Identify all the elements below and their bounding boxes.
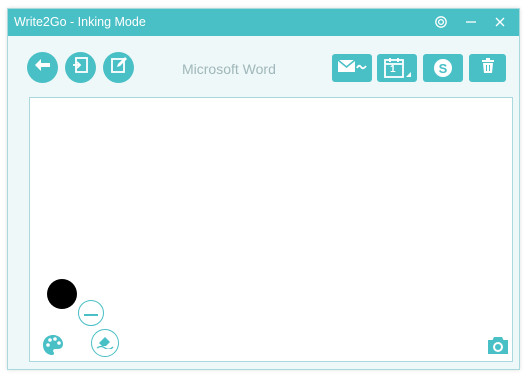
- delete-button[interactable]: [469, 54, 506, 82]
- skype-icon: S: [434, 59, 452, 77]
- inking-window: Write2Go - Inking Mode Microsoft Word 1 …: [7, 8, 520, 370]
- eraser-icon: [96, 333, 114, 354]
- calendar-button[interactable]: 1: [377, 54, 417, 82]
- toolbar: Microsoft Word 1 S: [8, 36, 519, 96]
- eraser-button[interactable]: [91, 329, 119, 357]
- edit-icon: [110, 56, 128, 79]
- minimize-icon[interactable]: [461, 13, 481, 31]
- edit-button[interactable]: [103, 52, 134, 83]
- email-button[interactable]: [332, 54, 372, 82]
- pen-size-minus-button[interactable]: [78, 300, 104, 326]
- camera-icon[interactable]: [487, 335, 509, 355]
- pen-size-minus-icon: [84, 304, 98, 322]
- skype-button[interactable]: S: [423, 54, 463, 82]
- close-icon[interactable]: [490, 13, 510, 31]
- ink-color-swatch[interactable]: [47, 279, 77, 309]
- calendar-day-label: 1: [390, 64, 396, 75]
- calendar-icon: 1: [382, 57, 412, 79]
- ink-canvas[interactable]: [29, 97, 513, 362]
- insert-button[interactable]: [65, 52, 96, 83]
- back-icon: [34, 57, 52, 78]
- target-app-label: Microsoft Word: [182, 61, 276, 77]
- window-title: Write2Go - Inking Mode: [14, 15, 146, 29]
- back-button[interactable]: [27, 52, 58, 83]
- color-palette-icon[interactable]: [42, 334, 64, 356]
- email-icon: [337, 58, 367, 79]
- settings-icon[interactable]: [431, 13, 451, 31]
- trash-icon: [481, 57, 495, 79]
- title-bar: Write2Go - Inking Mode: [8, 9, 519, 36]
- insert-icon: [72, 56, 90, 79]
